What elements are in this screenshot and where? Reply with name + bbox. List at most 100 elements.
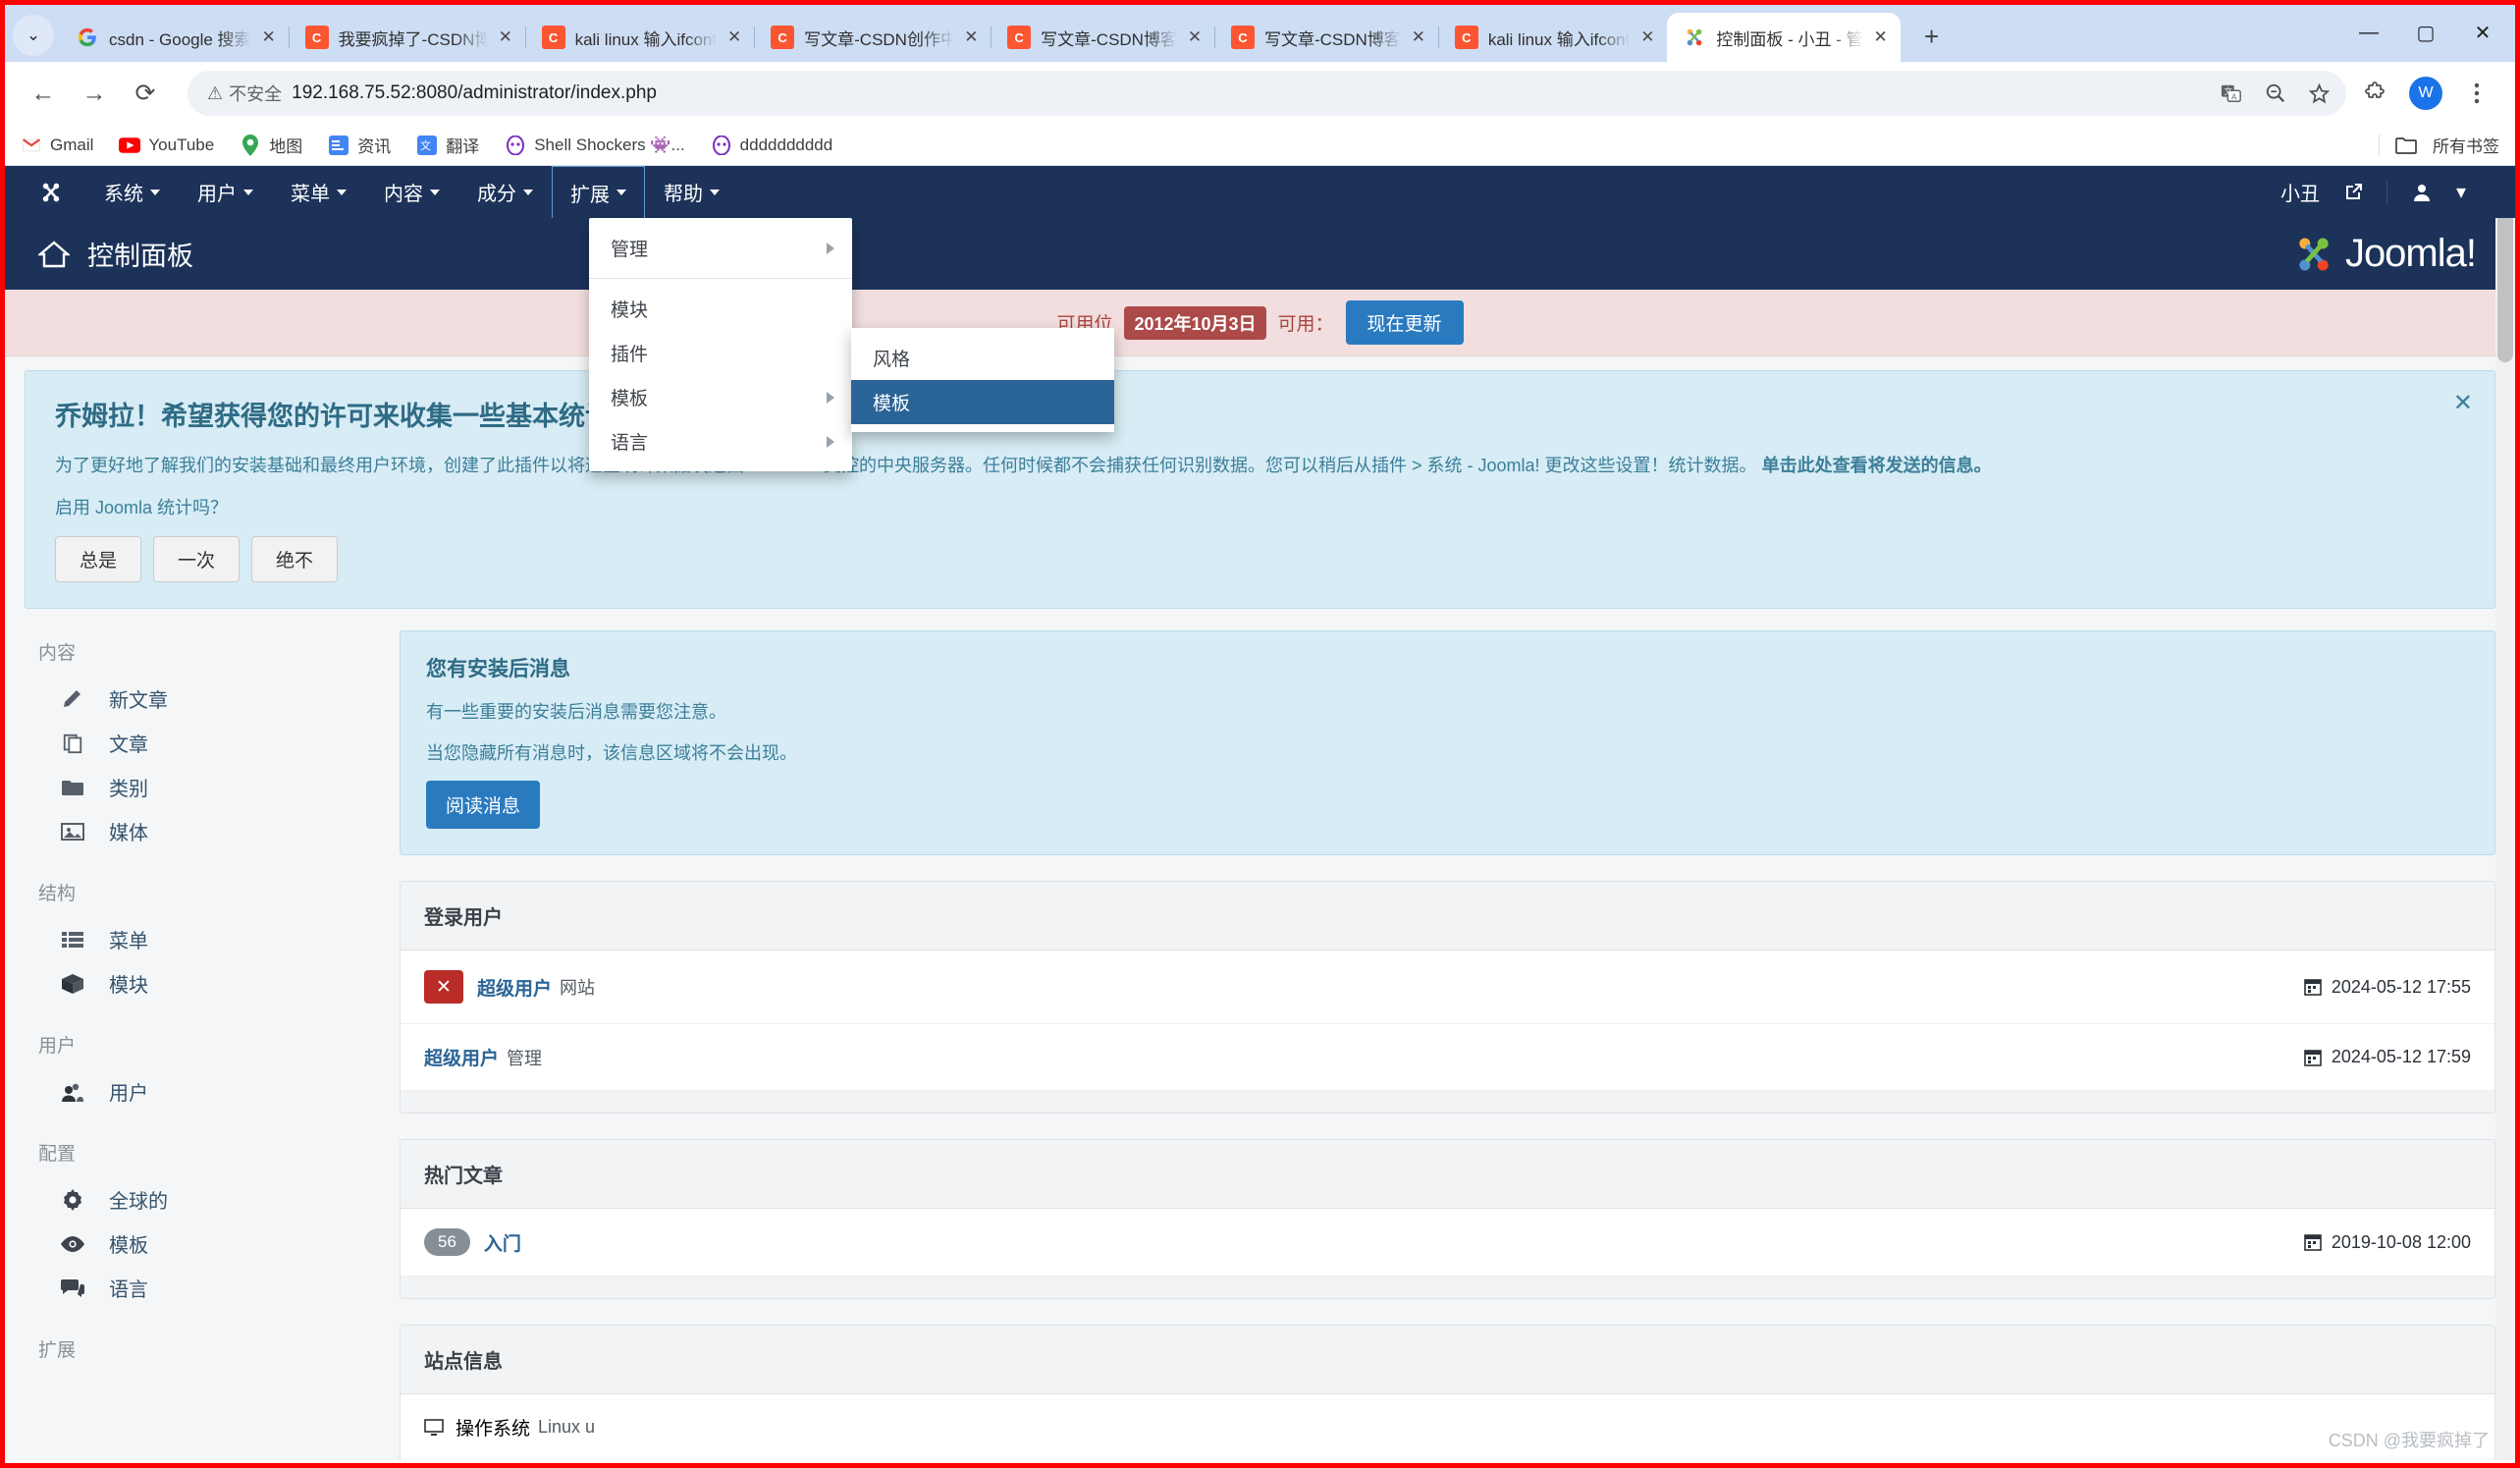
- bookmark-news[interactable]: 资讯: [328, 133, 391, 157]
- close-icon[interactable]: ✕: [496, 27, 515, 47]
- close-icon[interactable]: ✕: [724, 27, 744, 47]
- menu-users[interactable]: 用户: [179, 166, 272, 218]
- caret-down-icon[interactable]: ▾: [2456, 180, 2466, 204]
- close-icon[interactable]: ✕: [1871, 27, 1891, 47]
- submenu-item-templates[interactable]: 模板: [851, 380, 1114, 424]
- always-button[interactable]: 总是: [55, 536, 142, 583]
- bookmark-dddddddddd[interactable]: dddddddddd: [711, 135, 832, 156]
- logout-icon[interactable]: ✕: [424, 970, 463, 1005]
- profile-button[interactable]: W: [2403, 71, 2448, 116]
- submenu-label: 模板: [873, 394, 911, 414]
- page-scrollbar[interactable]: ▲: [2495, 166, 2515, 1460]
- menu-menus[interactable]: 菜单: [272, 166, 365, 218]
- user-icon[interactable]: [2411, 182, 2433, 203]
- never-button[interactable]: 绝不: [251, 536, 339, 583]
- csdn-icon: C: [1454, 26, 1478, 49]
- back-button[interactable]: ←: [21, 71, 66, 116]
- security-label: 不安全: [229, 84, 283, 104]
- statistics-body-link[interactable]: 单击此处查看将发送的信息。: [1762, 456, 1992, 475]
- sidebar-item-label: 用户: [109, 1083, 148, 1106]
- article-title[interactable]: 入门: [484, 1229, 521, 1256]
- table-row[interactable]: ✕ 超级用户 网站 2024-05-12 17:55: [401, 951, 2494, 1025]
- dashboard-header: 控制面板 Joomla!: [5, 218, 2515, 290]
- sidebar-item-categories[interactable]: 类别: [38, 765, 378, 809]
- svg-text:A: A: [2231, 92, 2237, 101]
- menu-extensions[interactable]: 扩展: [552, 166, 645, 218]
- close-icon: ✕: [2474, 22, 2492, 44]
- bookmark-shell-shockers[interactable]: Shell Shockers 👾...: [505, 135, 685, 156]
- user-name[interactable]: 超级用户: [477, 974, 552, 1001]
- dropdown-item-plugins[interactable]: 插件: [589, 331, 852, 375]
- sidebar-item-label: 模块: [109, 975, 148, 998]
- panel-title: 热门文章: [401, 1140, 2494, 1210]
- zoom-icon[interactable]: [2265, 82, 2286, 104]
- joomla-logo-icon[interactable]: [5, 166, 85, 218]
- close-icon[interactable]: ✕: [962, 27, 982, 47]
- maximize-button[interactable]: ▢: [2403, 13, 2448, 52]
- csdn-icon: C: [541, 26, 565, 49]
- omnibox-actions: 文A: [2220, 82, 2331, 105]
- tab-search-button[interactable]: ⌄: [13, 15, 54, 56]
- bookmark-translate[interactable]: 文 翻译: [416, 133, 479, 157]
- dropdown-item-languages[interactable]: 语言: [589, 419, 852, 463]
- dropdown-item-modules[interactable]: 模块: [589, 287, 852, 331]
- table-row[interactable]: 56 入门 2019-10-08 12:00: [401, 1209, 2494, 1278]
- sidebar-item-articles[interactable]: 文章: [38, 721, 378, 765]
- submenu-item-styles[interactable]: 风格: [851, 336, 1114, 380]
- site-security-chip[interactable]: ⚠ 不安全: [207, 81, 282, 106]
- browser-tab[interactable]: C kali linux 输入ifconf ✕: [526, 13, 755, 62]
- star-icon[interactable]: [2308, 82, 2331, 105]
- address-bar[interactable]: ⚠ 不安全 192.168.75.52:8080/administrator/i…: [188, 71, 2346, 116]
- browser-tab-active[interactable]: 控制面板 - 小丑 - 管 ✕: [1667, 13, 1901, 62]
- reload-button[interactable]: ⟳: [123, 71, 168, 116]
- google-icon: [76, 26, 99, 49]
- scrollbar-thumb[interactable]: [2497, 205, 2513, 362]
- close-icon[interactable]: ✕: [1637, 27, 1657, 47]
- sidebar-item-languages[interactable]: 语言: [38, 1266, 378, 1310]
- extensions-button[interactable]: [2352, 71, 2397, 116]
- sidebar-item-templates[interactable]: 模板: [38, 1222, 378, 1266]
- browser-tab[interactable]: C 写文章-CSDN创作中 ✕: [755, 13, 991, 62]
- sidebar-item-users[interactable]: 用户: [38, 1069, 378, 1114]
- bookmark-maps[interactable]: 地图: [240, 133, 302, 157]
- update-now-button[interactable]: 现在更新: [1345, 300, 1464, 345]
- bookmark-youtube[interactable]: YouTube: [119, 135, 214, 156]
- menu-components[interactable]: 成分: [458, 166, 552, 218]
- translate-icon[interactable]: 文A: [2220, 82, 2243, 104]
- close-icon[interactable]: ✕: [2453, 389, 2473, 417]
- bookmark-label: Shell Shockers 👾...: [534, 135, 685, 154]
- browser-tab[interactable]: C 写文章-CSDN博客 ✕: [1215, 13, 1438, 62]
- minimize-button[interactable]: —: [2346, 13, 2391, 52]
- sidebar-item-menus[interactable]: 菜单: [38, 917, 378, 961]
- read-messages-button[interactable]: 阅读消息: [426, 781, 541, 830]
- table-row[interactable]: 超级用户 管理 2024-05-12 17:59: [401, 1024, 2494, 1092]
- dashboard-sidebar: 内容 新文章 文章 类别 媒体 结构 菜单 模块 用户 用户 配置 全球的 模板…: [25, 630, 378, 1460]
- close-window-button[interactable]: ✕: [2460, 13, 2505, 52]
- close-icon[interactable]: ✕: [1409, 27, 1428, 47]
- forward-button[interactable]: →: [72, 71, 117, 116]
- browser-tab[interactable]: csdn - Google 搜索 ✕: [60, 13, 289, 62]
- sidebar-item-global[interactable]: 全球的: [38, 1177, 378, 1222]
- menu-content[interactable]: 内容: [365, 166, 458, 218]
- sidebar-item-media[interactable]: 媒体: [38, 809, 378, 853]
- dropdown-item-templates[interactable]: 模板: [589, 375, 852, 419]
- browser-tab[interactable]: C 写文章-CSDN博客 ✕: [992, 13, 1214, 62]
- browser-menu-button[interactable]: [2454, 71, 2499, 116]
- close-icon[interactable]: ✕: [259, 27, 279, 47]
- maps-icon: [240, 134, 261, 156]
- sidebar-item-modules[interactable]: 模块: [38, 961, 378, 1006]
- browser-tab[interactable]: C kali linux 输入ifconf ✕: [1439, 13, 1668, 62]
- external-link-icon[interactable]: [2343, 183, 2363, 202]
- close-icon[interactable]: ✕: [1185, 27, 1205, 47]
- bookmark-gmail[interactable]: Gmail: [21, 135, 93, 156]
- tab-title: 写文章-CSDN创作中: [804, 29, 954, 49]
- menu-help[interactable]: 帮助: [645, 166, 738, 218]
- sidebar-item-new-article[interactable]: 新文章: [38, 677, 378, 721]
- all-bookmarks-button[interactable]: 所有书签: [2379, 133, 2499, 157]
- dropdown-item-manage[interactable]: 管理: [589, 226, 852, 270]
- new-tab-button[interactable]: +: [1910, 15, 1954, 58]
- menu-system[interactable]: 系统: [85, 166, 179, 218]
- browser-tab[interactable]: C 我要疯掉了-CSDN博 ✕: [290, 13, 525, 62]
- user-name[interactable]: 超级用户: [424, 1044, 499, 1070]
- once-button[interactable]: 一次: [153, 536, 241, 583]
